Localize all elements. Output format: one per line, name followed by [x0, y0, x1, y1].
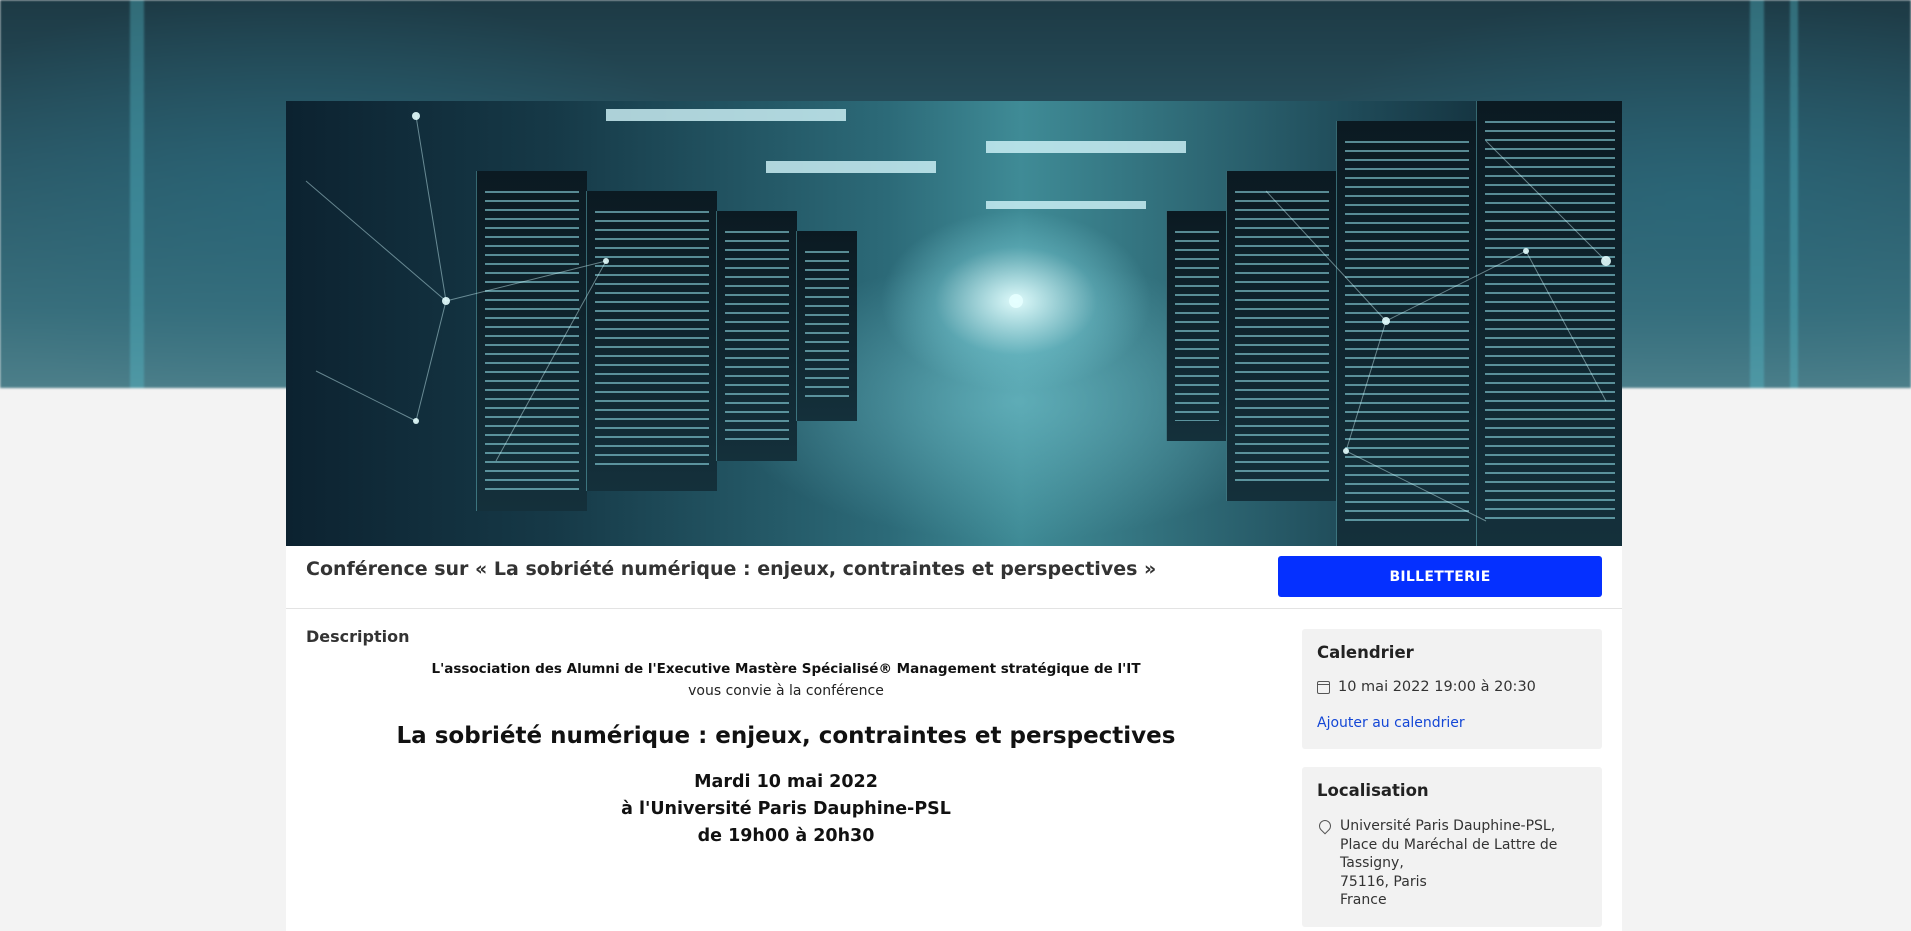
add-to-calendar-link[interactable]: Ajouter au calendrier — [1317, 715, 1465, 731]
address-line: 75116, Paris — [1340, 873, 1427, 890]
calendar-heading: Calendrier — [1317, 643, 1414, 662]
location-box: Localisation Université Paris Dauphine-P… — [1302, 767, 1602, 927]
location-heading: Localisation — [1317, 781, 1429, 800]
location-address: Université Paris Dauphine-PSL, Place du … — [1340, 817, 1557, 910]
address-line: France — [1340, 892, 1387, 908]
calendar-datetime: 10 mai 2022 19:00 à 20:30 — [1338, 679, 1536, 695]
event-title: Conférence sur « La sobriété numérique :… — [306, 558, 1157, 580]
decor-stripe — [1750, 0, 1764, 388]
invite-line: vous convie à la conférence — [688, 683, 884, 699]
address-line: Université Paris Dauphine-PSL, — [1340, 818, 1556, 834]
organizer-line: L'association des Alumni de l'Executive … — [431, 661, 1141, 677]
calendar-datetime-row: 10 mai 2022 19:00 à 20:30 — [1317, 679, 1536, 695]
network-lines-overlay — [305, 112, 1611, 522]
time-line: de 19h00 à 20h30 — [697, 826, 875, 846]
decor-stripe — [1790, 0, 1798, 388]
event-banner-image — [286, 101, 1622, 546]
location-address-row: Université Paris Dauphine-PSL, Place du … — [1316, 817, 1557, 910]
event-schedule: Mardi 10 mai 2022 à l'Université Paris D… — [306, 769, 1266, 850]
address-line: Tassigny, — [1340, 855, 1404, 871]
description-heading: Description — [306, 627, 410, 646]
date-line: Mardi 10 mai 2022 — [694, 772, 878, 792]
decor-stripe — [130, 0, 144, 388]
event-card: Conférence sur « La sobriété numérique :… — [286, 101, 1622, 931]
calendar-box: Calendrier 10 mai 2022 19:00 à 20:30 Ajo… — [1302, 629, 1602, 749]
map-pin-icon — [1316, 817, 1334, 835]
calendar-icon — [1317, 680, 1330, 694]
address-line: Place du Maréchal de Lattre de — [1340, 836, 1558, 853]
description-body: L'association des Alumni de l'Executive … — [306, 661, 1266, 850]
conference-title: La sobriété numérique : enjeux, contrain… — [396, 723, 1176, 749]
ticketing-button[interactable]: BILLETTERIE — [1278, 556, 1602, 597]
place-line: à l'Université Paris Dauphine-PSL — [621, 799, 951, 819]
event-title-bar: Conférence sur « La sobriété numérique :… — [286, 546, 1622, 609]
